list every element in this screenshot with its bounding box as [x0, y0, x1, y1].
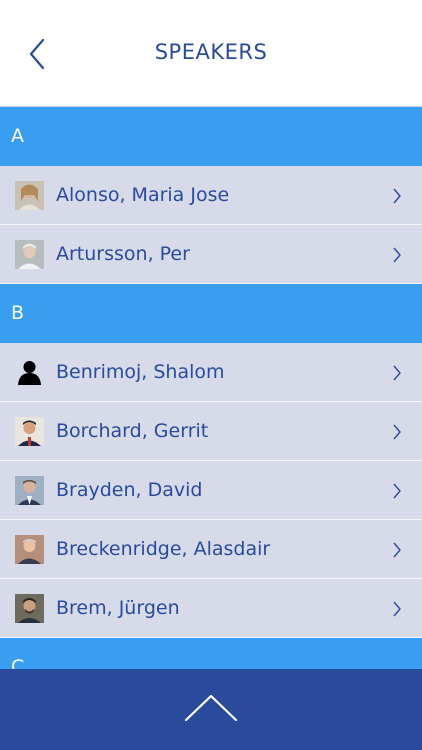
section-letter: A: [11, 125, 24, 147]
scroll-to-top-button[interactable]: [183, 693, 239, 723]
section-header-b: B: [0, 284, 422, 343]
chevron-right-icon: [393, 483, 401, 499]
chevron-right-icon: [393, 365, 401, 381]
speaker-row[interactable]: Alonso, Maria Jose: [0, 166, 422, 225]
section-header-c: C: [0, 638, 422, 669]
chevron-right-icon: [393, 188, 401, 204]
speaker-name: Alonso, Maria Jose: [56, 184, 230, 206]
speaker-list[interactable]: A Alonso, Maria Jose Artursson, Per B Be…: [0, 107, 422, 669]
page-title: SPEAKERS: [154, 40, 268, 64]
speaker-row[interactable]: Brem, Jürgen: [0, 579, 422, 638]
speaker-name: Borchard, Gerrit: [56, 420, 209, 442]
speaker-name: Brayden, David: [56, 479, 203, 501]
speaker-name: Breckenridge, Alasdair: [56, 538, 271, 560]
chevron-right-icon: [393, 424, 401, 440]
avatar: [15, 239, 44, 269]
nav-header: SPEAKERS: [0, 0, 422, 107]
chevron-right-icon: [393, 601, 401, 617]
speaker-name: Benrimoj, Shalom: [56, 361, 225, 383]
silhouette-avatar-icon: [15, 358, 44, 387]
speaker-row[interactable]: Borchard, Gerrit: [0, 402, 422, 461]
speaker-row[interactable]: Brayden, David: [0, 461, 422, 520]
avatar: [15, 593, 44, 623]
speaker-name: Artursson, Per: [56, 243, 190, 265]
chevron-right-icon: [393, 542, 401, 558]
chevron-up-icon: [184, 694, 238, 722]
speaker-name: Brem, Jürgen: [56, 597, 180, 619]
speaker-row[interactable]: Benrimoj, Shalom: [0, 343, 422, 402]
avatar: [15, 416, 44, 446]
bottom-bar: [0, 669, 422, 750]
speaker-row[interactable]: Breckenridge, Alasdair: [0, 520, 422, 579]
section-header-a: A: [0, 107, 422, 166]
section-letter: C: [11, 656, 25, 669]
speaker-row[interactable]: Artursson, Per: [0, 225, 422, 284]
chevron-right-icon: [393, 247, 401, 263]
avatar: [15, 475, 44, 505]
avatar: [15, 534, 44, 564]
avatar: [15, 180, 44, 210]
section-letter: B: [11, 302, 25, 324]
